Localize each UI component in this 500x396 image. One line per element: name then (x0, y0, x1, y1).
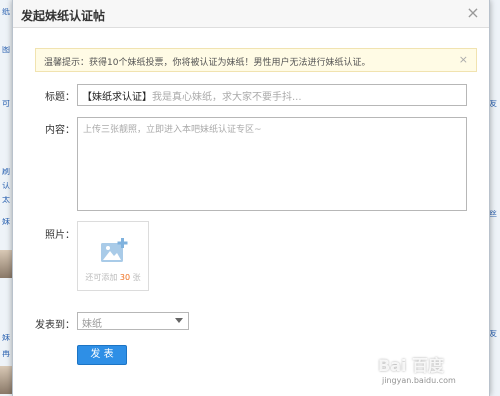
dialog-close-icon[interactable]: × (465, 5, 481, 21)
bg-text-7: 妹 (2, 218, 10, 226)
bg-text-2: 图 (2, 46, 10, 54)
bg-text-r3: 友 (489, 330, 497, 338)
photo-hint: 还可添加 30 张 (78, 272, 148, 283)
content-textarea[interactable]: 上传三张靓照，立即进入本吧妹纸认证专区~ (77, 117, 467, 211)
watermark-url: jingyan.baidu.com (382, 376, 456, 385)
dialog-header: 发起妹纸认证帖 × (13, 0, 489, 28)
bg-text-r1: 友 (489, 100, 497, 108)
notice-text: 温馨提示：获得10个妹纸投票，你将被认证为妹纸！男性用户无法进行妹纸认证。 (44, 58, 371, 68)
content-placeholder: 上传三张靓照，立即进入本吧妹纸认证专区~ (83, 125, 262, 135)
bg-text-r2: 丝 (489, 210, 497, 218)
baidu-watermark: Bai 百度 jingyan.baidu.com (378, 352, 482, 392)
bg-text-1: 纸 (2, 8, 10, 16)
dialog-title: 发起妹纸认证帖 (21, 9, 106, 23)
title-input[interactable]: 【妹纸求认证】我是真心妹纸，求大家不要手抖... (77, 84, 467, 106)
bg-text-4: 刷 (2, 168, 10, 176)
add-image-icon (101, 238, 128, 262)
verification-post-dialog: 发起妹纸认证帖 × 温馨提示：获得10个妹纸投票，你将被认证为妹纸！男性用户无法… (12, 0, 490, 396)
title-label: 标题： (45, 92, 75, 103)
bg-text-6: 太 (2, 196, 10, 204)
bg-text-8: 妹 (2, 334, 10, 342)
notice-close-icon[interactable]: × (459, 53, 468, 66)
bg-text-5: 认 (2, 182, 10, 190)
photo-hint-prefix: 还可添加 (85, 273, 118, 282)
post-to-value: 妹纸 (82, 319, 102, 330)
photo-label: 照片： (45, 230, 75, 241)
post-to-label: 发表到： (35, 320, 75, 331)
photo-hint-suffix: 张 (132, 273, 141, 282)
add-photo-button[interactable]: 还可添加 30 张 (77, 221, 149, 291)
chevron-down-icon (175, 318, 183, 323)
bg-text-9: 再 (2, 350, 10, 358)
notice-banner: 温馨提示：获得10个妹纸投票，你将被认证为妹纸！男性用户无法进行妹纸认证。 × (35, 48, 477, 72)
submit-button[interactable]: 发 表 (77, 345, 127, 365)
watermark-logo: Bai 百度 (378, 356, 445, 375)
post-to-select[interactable]: 妹纸 (77, 312, 189, 330)
photo-hint-count: 30 (119, 273, 131, 282)
title-placeholder: 我是真心妹纸，求大家不要手抖... (152, 92, 302, 103)
content-label: 内容： (45, 125, 75, 136)
bg-text-3: 可 (2, 100, 10, 108)
title-prefix: 【妹纸求认证】 (82, 92, 152, 103)
